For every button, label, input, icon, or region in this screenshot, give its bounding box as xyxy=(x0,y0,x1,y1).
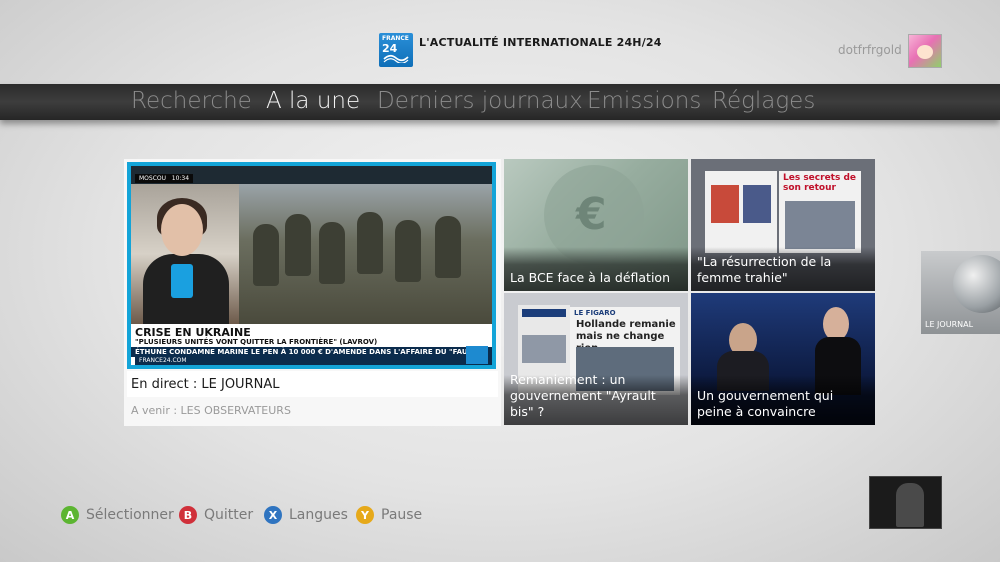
a-button-icon: A xyxy=(61,506,79,524)
location-bar: MOSCOU 10:34 xyxy=(135,174,194,183)
live-video-frame: MOSCOU 10:34 CRISE EN UKRAINE "PLUSIEURS… xyxy=(127,162,496,369)
logo-text-top: FRANCE xyxy=(382,35,409,42)
tile-caption: Un gouvernement qui peine à convaincre xyxy=(697,388,834,419)
up-next-label: A venir : LES OBSERVATEURS xyxy=(131,404,291,417)
guest-head xyxy=(823,307,849,341)
hint-select: A Sélectionner xyxy=(61,505,174,525)
live-video: MOSCOU 10:34 CRISE EN UKRAINE "PLUSIEURS… xyxy=(131,166,492,365)
tile-caption: Remaniement : un gouvernement "Ayrault b… xyxy=(510,372,656,419)
y-button-icon: Y xyxy=(356,506,374,524)
nav-item-derniers-journaux[interactable]: Derniers journaux xyxy=(377,88,583,114)
newspaper-photo xyxy=(522,335,566,363)
hint-label: Pause xyxy=(381,507,423,523)
soldier-figure xyxy=(285,214,311,276)
microphone-icon xyxy=(171,264,193,298)
video-tile-remaniement[interactable]: LE FIGARO Hollande remanie mais ne chang… xyxy=(504,293,688,425)
tile-caption: "La résurrection de la femme trahie" xyxy=(697,254,832,285)
side-tile-label: LE JOURNAL xyxy=(925,320,974,329)
side-tile-le-journal[interactable]: LE JOURNAL xyxy=(921,251,1000,334)
broadcast-time: 10:34 xyxy=(171,175,190,182)
video-tile-bce[interactable]: € La BCE face à la déflation xyxy=(504,159,688,291)
b-button-icon: B xyxy=(179,506,197,524)
gamertag: dotfrfrgold xyxy=(838,43,902,57)
newspaper-photo xyxy=(743,185,771,223)
hint-label: Sélectionner xyxy=(86,507,174,523)
reporter-head xyxy=(161,204,203,256)
magazine-headline: Les secrets de son retour xyxy=(783,173,857,193)
channel-bug-icon xyxy=(466,346,488,364)
nav-item-a-la-une[interactable]: A la une xyxy=(266,88,360,114)
avatar-face xyxy=(917,45,933,59)
nav-item-reglages[interactable]: Réglages xyxy=(712,88,815,114)
soldiers-scene xyxy=(239,184,492,324)
globe-icon xyxy=(953,255,1000,313)
soldier-figure xyxy=(395,220,421,282)
video-tile-gouvernement[interactable]: Un gouvernement qui peine à convaincre xyxy=(691,293,875,425)
magazine-photo xyxy=(785,201,855,249)
newspaper-masthead xyxy=(522,309,566,317)
news-subheadline: "PLUSIEURS UNITÉS VONT QUITTER LA FRONTI… xyxy=(135,338,378,346)
newspaper-image xyxy=(705,171,777,253)
main-nav: Recherche A la une Derniers journaux Emi… xyxy=(0,84,1000,120)
location-label: MOSCOU xyxy=(139,175,167,182)
magazine-image: Les secrets de son retour xyxy=(779,171,861,253)
newspaper-photo xyxy=(711,185,739,223)
site-label: FRANCE24.COM xyxy=(135,357,492,365)
euro-icon: € xyxy=(576,189,607,240)
france24-logo: FRANCE 24 xyxy=(379,33,413,67)
soldier-figure xyxy=(435,216,461,278)
player-silhouette xyxy=(896,483,924,527)
reporter-scene xyxy=(131,184,239,324)
soldier-figure xyxy=(357,212,383,274)
kinect-camera-preview xyxy=(869,476,942,529)
hint-label: Quitter xyxy=(204,507,254,523)
logo-wave-icon xyxy=(383,54,409,63)
video-tile-resurrection[interactable]: Les secrets de son retour "La résurrecti… xyxy=(691,159,875,291)
now-playing-bar: En direct : LE JOURNAL xyxy=(127,371,498,397)
news-ticker: ÉTHUNE CONDAMNE MARINE LE PEN À 10 000 €… xyxy=(131,347,492,357)
lower-third: CRISE EN UKRAINE "PLUSIEURS UNITÉS VONT … xyxy=(131,324,492,365)
featured-live-tile[interactable]: MOSCOU 10:34 CRISE EN UKRAINE "PLUSIEURS… xyxy=(124,159,501,426)
hint-pause: Y Pause xyxy=(356,505,422,525)
soldier-figure xyxy=(319,222,345,284)
nav-item-emissions[interactable]: Emissions xyxy=(587,88,701,114)
now-playing-label: En direct : LE JOURNAL xyxy=(131,377,280,392)
hint-label: Langues xyxy=(289,507,348,523)
avatar[interactable] xyxy=(908,34,942,68)
soldier-figure xyxy=(253,224,279,286)
tile-caption: La BCE face à la déflation xyxy=(510,270,670,285)
newspaper-masthead-text: LE FIGARO xyxy=(574,309,616,317)
hint-languages: X Langues xyxy=(264,505,348,525)
site-url: FRANCE24.COM xyxy=(139,357,187,364)
channel-tagline: L'ACTUALITÉ INTERNATIONALE 24H/24 xyxy=(419,36,662,49)
hint-quit: B Quitter xyxy=(179,505,253,525)
x-button-icon: X xyxy=(264,506,282,524)
nav-item-recherche[interactable]: Recherche xyxy=(131,88,252,114)
